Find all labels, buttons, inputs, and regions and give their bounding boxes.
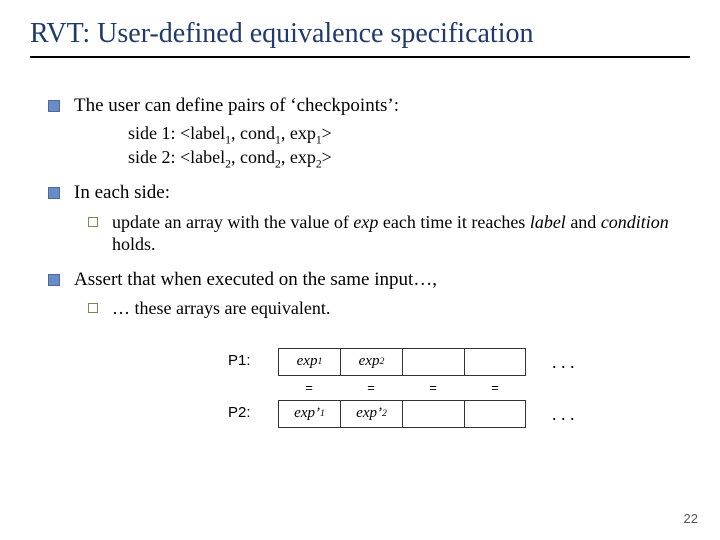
checkpoint-spec: side 1: <label1, cond1, exp1> side 2: <l… [48,122,672,169]
p2-label: P2: [228,404,278,423]
t: , cond [231,123,275,143]
side2-line: side 2: <label2, cond2, exp2> [128,146,672,169]
bullet-1-content: The user can define pairs of ‘checkpoint… [74,94,399,118]
bullet-2: In each side: [48,181,672,205]
cond-italic: condition [601,212,669,232]
square-bullet-icon [48,274,60,286]
title-area: RVT: User-defined equivalence specificat… [0,0,720,64]
body: The user can define pairs of ‘checkpoint… [0,64,720,430]
cell-empty [464,348,526,376]
p1-label: P1: [228,352,278,371]
t: update an array with the value of [112,212,353,232]
exp-italic: exp [353,212,378,232]
open-square-bullet-icon [88,303,98,313]
cell: exp’1 [278,400,340,428]
eq: = [464,380,526,396]
dots: . . . [552,351,575,374]
t: exp’ [356,404,382,423]
bullet-3-text: Assert that when executed on the same in… [74,268,437,292]
t: > [322,147,332,167]
t: exp [359,352,380,371]
square-bullet-icon [48,100,60,112]
t: , cond [231,147,275,167]
t: exp [297,352,318,371]
t: side 1: <label [128,123,225,143]
t: , exp [281,147,316,167]
slide: RVT: User-defined equivalence specificat… [0,0,720,540]
bullet-2-sub-text: update an array with the value of exp ea… [112,211,672,256]
cell: exp1 [278,348,340,376]
p2-array: exp’1 exp’2 [278,400,526,428]
array-diagram: P1: exp1 exp2 . . . = = = = P2: exp’1 [48,346,672,430]
slide-title: RVT: User-defined equivalence specificat… [30,18,690,50]
bullet-3: Assert that when executed on the same in… [48,268,672,292]
cell-empty [464,400,526,428]
square-bullet-icon [48,187,60,199]
page-number: 22 [684,511,698,526]
cell: exp2 [340,348,402,376]
dots: . . . [552,403,575,426]
t: > [322,123,332,143]
eq-row: = = = = [228,378,672,398]
bullet-3-sub-text: … these arrays are equivalent. [112,297,330,320]
t: each time it reaches [378,212,529,232]
row-p1: P1: exp1 exp2 . . . [228,346,672,378]
t: side 2: <label [128,147,225,167]
bullet-2-text: In each side: [74,181,170,205]
p1-array: exp1 exp2 [278,348,526,376]
t: holds. [112,234,156,254]
cell-empty [402,400,464,428]
open-square-bullet-icon [88,217,98,227]
t: exp’ [294,404,320,423]
row-p2: P2: exp’1 exp’2 . . . [228,398,672,430]
eq: = [340,380,402,396]
label-italic: label [530,212,566,232]
side1-line: side 1: <label1, cond1, exp1> [128,122,672,145]
t: , exp [281,123,316,143]
eq: = [278,380,340,396]
cell: exp’2 [340,400,402,428]
cell-empty [402,348,464,376]
bullet-2-sub: update an array with the value of exp ea… [48,211,672,256]
bullet-3-sub: … these arrays are equivalent. [48,297,672,320]
t: and [566,212,601,232]
eq: = [402,380,464,396]
title-rule [30,56,690,58]
bullet-1-text: The user can define pairs of ‘checkpoint… [74,94,399,118]
bullet-1: The user can define pairs of ‘checkpoint… [48,94,672,118]
